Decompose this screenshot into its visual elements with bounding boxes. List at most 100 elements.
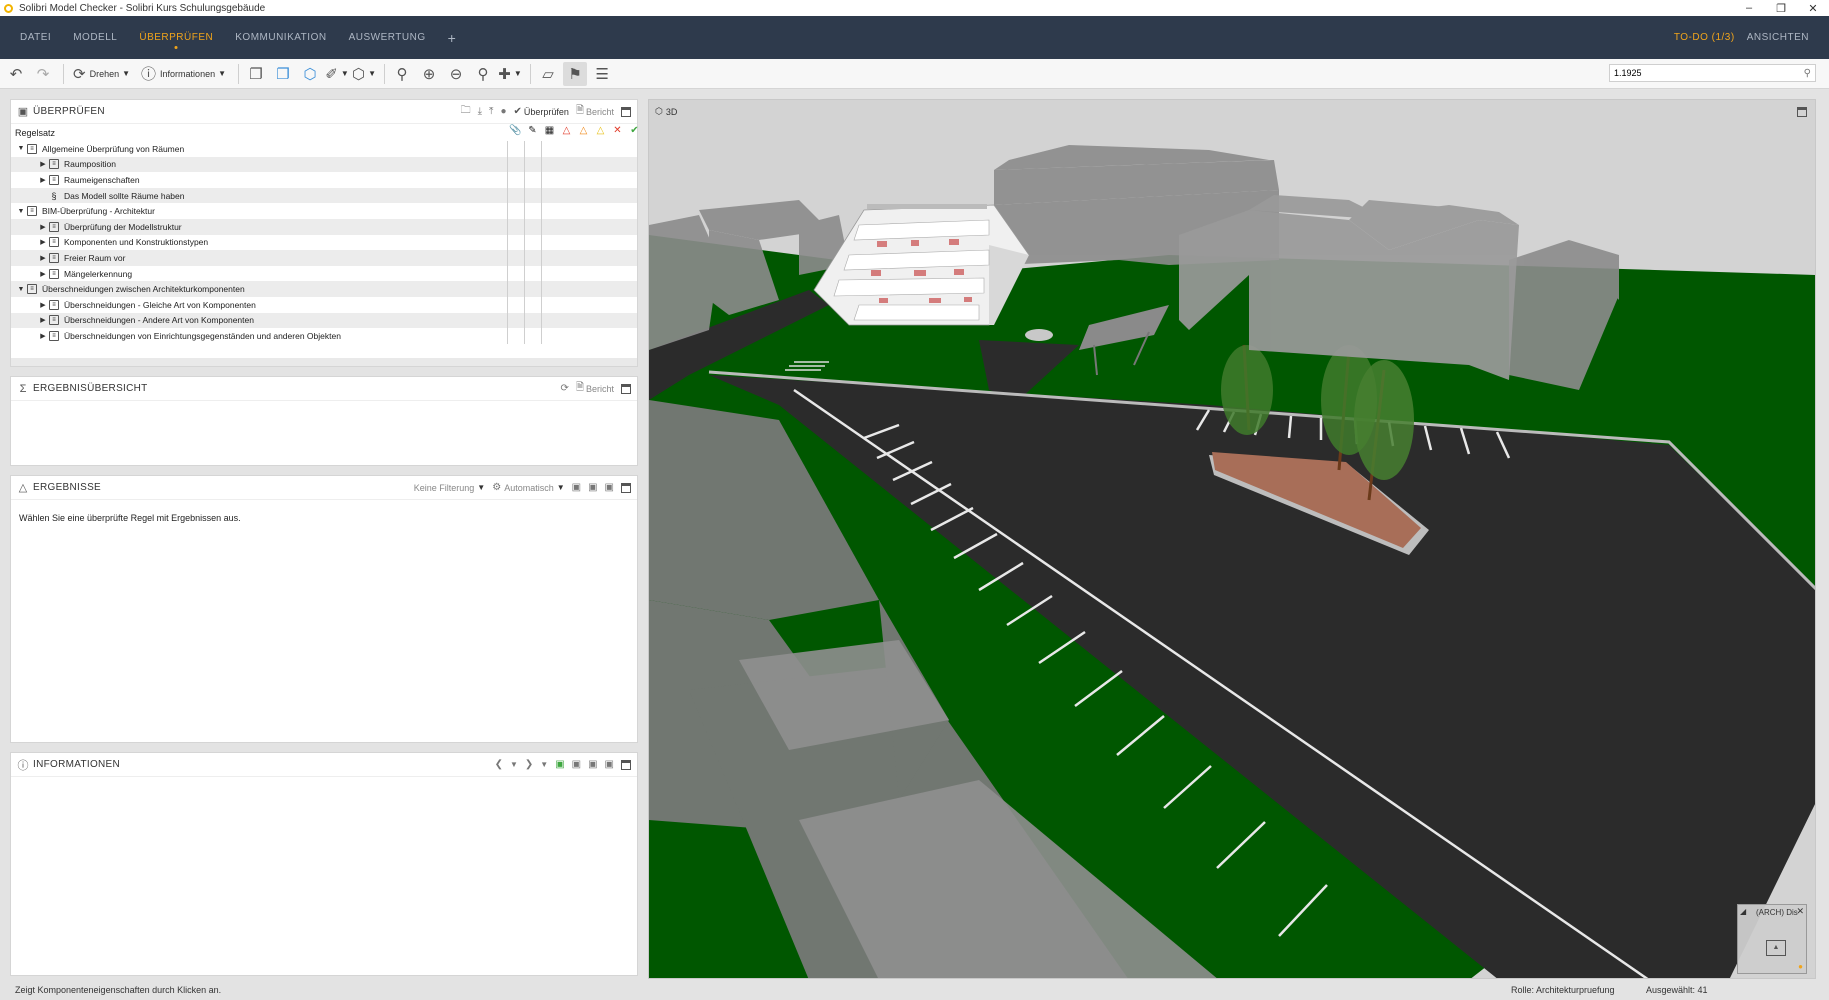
restore-icon[interactable]: ❐ — [1765, 0, 1797, 16]
slide-icon[interactable]: ▣ — [588, 759, 597, 770]
pick-icon[interactable]: ✚ ▼ — [498, 62, 522, 86]
download-icon[interactable]: ⤓ — [478, 106, 482, 117]
transparent-components-icon[interactable]: ❐ — [271, 62, 295, 86]
tree-row[interactable]: § Das Modell sollte Räume haben — [11, 187, 637, 204]
accepted-icon[interactable]: ✔ — [626, 125, 643, 136]
rotate-dropdown[interactable]: ⟳ Drehen ▼ — [69, 62, 134, 86]
filter-dropdown[interactable]: Keine Filterung ▼ — [414, 483, 485, 493]
zoom-fit-icon[interactable]: ⚲ — [471, 62, 495, 86]
tree-row[interactable]: ▶ ≡ Komponenten und Konstruktionstypen — [11, 234, 637, 251]
check-button[interactable]: ✔ Überprüfen — [514, 106, 569, 117]
warning-icon: △ — [18, 482, 28, 494]
floor-plan-icon[interactable]: ⚑ — [563, 61, 588, 86]
close-icon[interactable]: ✕ — [1797, 0, 1829, 16]
expand-icon[interactable]: ▶ — [37, 332, 49, 340]
expand-icon[interactable]: ▶ — [37, 238, 49, 246]
report-button[interactable]: 🗎 Bericht — [576, 380, 614, 397]
tree-row[interactable]: ▶ ≡ Mängelerkennung — [11, 265, 637, 282]
menu-kommunikation[interactable]: KOMMUNIKATION — [235, 16, 326, 59]
maximize-icon[interactable] — [621, 759, 631, 770]
tree-row[interactable]: ▼ ≡ BIM-Überprüfung - Architektur — [11, 203, 637, 219]
column-divider — [541, 141, 558, 157]
attachment-icon[interactable]: 📎 — [507, 125, 524, 136]
slide-icon[interactable]: ▣ — [572, 759, 581, 770]
tree-row[interactable]: ▶ ≡ Überschneidungen von Einrichtungsgegen… — [11, 328, 637, 344]
auto-info-icon[interactable]: ▣ — [555, 759, 564, 770]
report-button[interactable]: 🗎 Bericht — [576, 103, 614, 120]
expand-icon[interactable]: ▶ — [37, 270, 49, 278]
tree-row[interactable]: ▶ ≡ Raumposition — [11, 156, 637, 173]
views-button[interactable]: ANSICHTEN — [1747, 32, 1809, 43]
expand-icon[interactable]: ▶ — [37, 316, 49, 324]
tree-row[interactable]: ▶ ≡ Überschneidungen - Gleiche Art von Kom… — [11, 296, 637, 313]
rejected-icon[interactable]: ✕ — [609, 125, 626, 136]
forward-icon[interactable]: ❯ — [525, 759, 533, 770]
zoom-in-icon[interactable]: ⊕ — [417, 62, 441, 86]
menu-modell[interactable]: MODELL — [73, 16, 117, 59]
maximize-icon[interactable] — [621, 482, 631, 493]
expand-icon[interactable]: ▶ — [37, 160, 49, 168]
critical-icon[interactable]: △ — [558, 125, 575, 136]
open-folder-icon[interactable]: 🗀 — [461, 103, 471, 120]
redo-icon[interactable]: ↷ — [31, 62, 55, 86]
layers-icon[interactable]: ☰ — [590, 62, 614, 86]
maximize-icon[interactable] — [621, 106, 631, 117]
3d-view[interactable]: ⬡ 3D ◢ (ARCH) Dis ✕ ▲ ● — [648, 99, 1816, 979]
table-icon[interactable]: ▦ — [541, 125, 558, 136]
todo-button[interactable]: TO-DO (1/3) — [1674, 32, 1735, 43]
section-plane-icon[interactable]: ▱ — [536, 62, 560, 86]
add-tab-button[interactable]: + — [448, 30, 456, 46]
edit-icon[interactable]: ✎ — [524, 125, 541, 136]
horizontal-scrollbar[interactable] — [11, 358, 637, 366]
zoom-selected-icon[interactable]: ⚲ — [390, 62, 414, 86]
collapse-icon[interactable]: ▼ — [15, 208, 27, 215]
minimize-icon[interactable]: – — [1733, 0, 1765, 16]
search-input[interactable] — [1614, 68, 1794, 78]
upload-icon[interactable]: ⤒ — [489, 106, 493, 117]
expand-icon[interactable]: ▶ — [37, 301, 49, 309]
info-dropdown[interactable]: ⓘ Informationen ▼ — [137, 62, 230, 86]
slide-icon[interactable]: ▣ — [588, 482, 597, 493]
slide-icon[interactable]: ▣ — [605, 759, 614, 770]
tree-row[interactable]: ▼ ≡ Allgemeine Überprüfung von Räumen — [11, 141, 637, 157]
menu-datei[interactable]: DATEI — [20, 16, 51, 59]
minimap[interactable]: ◢ (ARCH) Dis ✕ ▲ ● — [1737, 904, 1807, 974]
tree-row[interactable]: ▶ ≡ Raumeigenschaften — [11, 172, 637, 188]
expand-icon[interactable]: ▶ — [37, 176, 49, 184]
zoom-out-icon[interactable]: ⊖ — [444, 62, 468, 86]
maximize-icon[interactable] — [1797, 107, 1807, 117]
tree-row[interactable]: ▶ ≡ Überprüfung der Modellstruktur — [11, 218, 637, 235]
moderate-icon[interactable]: △ — [575, 125, 592, 136]
chevron-down-icon[interactable]: ▼ — [510, 760, 518, 769]
slide-icon[interactable]: ▣ — [572, 482, 581, 493]
menu-auswertung[interactable]: AUSWERTUNG — [349, 16, 426, 59]
view-tab: ⬡ 3D — [655, 106, 677, 117]
expand-icon[interactable]: ▶ — [37, 223, 49, 231]
show-components-icon[interactable]: ❐ — [244, 62, 268, 86]
3d-scene[interactable] — [649, 100, 1816, 979]
tree-row[interactable]: ▶ ≡ Überschneidungen - Andere Art von Komp… — [11, 312, 637, 329]
menu-ueberpruefen[interactable]: ÜBERPRÜFEN — [139, 16, 213, 59]
auto-dropdown[interactable]: ⚙ Automatisch ▼ — [492, 482, 564, 493]
ruleset-icon: ≡ — [49, 252, 59, 263]
cube-icon[interactable]: ⬡ — [298, 62, 322, 86]
paint-icon[interactable]: ✐ ▼ — [325, 62, 349, 86]
tree-row[interactable]: ▶ ≡ Freier Raum vor — [11, 250, 637, 266]
undo-icon[interactable]: ↶ — [4, 62, 28, 86]
column-divider — [541, 296, 558, 313]
maximize-icon[interactable] — [621, 383, 631, 394]
chevron-down-icon[interactable]: ▼ — [540, 760, 548, 769]
record-icon[interactable]: ● — [500, 106, 506, 117]
tree-row[interactable]: ▼ ≡ Überschneidungen zwischen Architekturk… — [11, 281, 637, 297]
refresh-summary-icon[interactable]: ⟳ — [561, 383, 569, 394]
back-icon[interactable]: ❮ — [495, 759, 503, 770]
expand-icon[interactable]: ▶ — [37, 254, 49, 262]
search-field[interactable]: ⚲ — [1609, 64, 1816, 82]
slide-icon[interactable]: ▣ — [605, 482, 614, 493]
collapse-icon[interactable]: ▼ — [15, 286, 27, 293]
collapse-icon[interactable]: ▼ — [15, 145, 27, 152]
minimap-pin-icon[interactable]: ◢ — [1740, 907, 1746, 916]
low-icon[interactable]: △ — [592, 125, 609, 136]
box-view-icon[interactable]: ⬡ ▼ — [352, 62, 376, 86]
close-icon[interactable]: ✕ — [1796, 906, 1804, 917]
